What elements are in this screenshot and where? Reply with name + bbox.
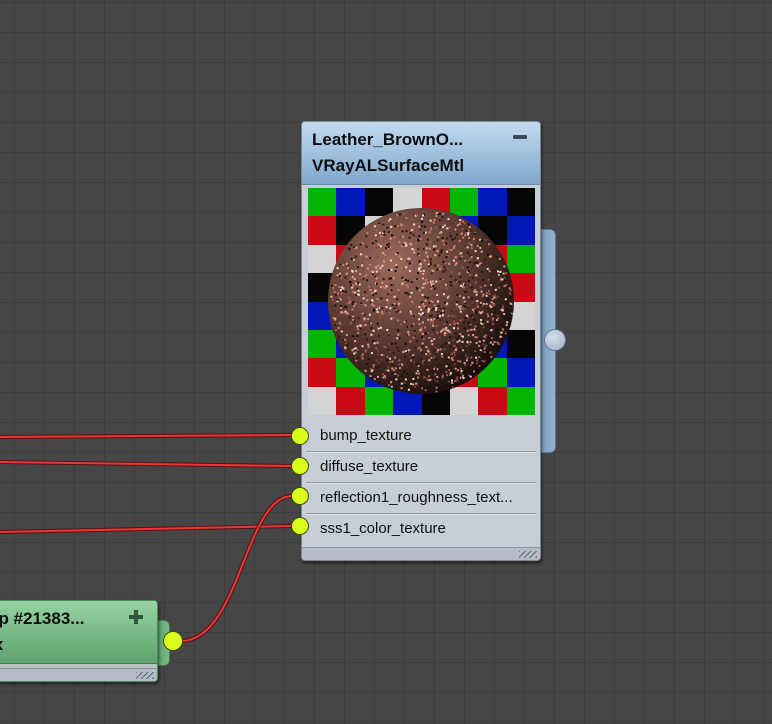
socket-row-sss1-color-texture[interactable]: sss1_color_texture: [306, 515, 536, 544]
collapse-minus-icon[interactable]: [513, 135, 527, 139]
socket-label: diffuse_texture: [320, 458, 419, 475]
socket-label: bump_texture: [320, 427, 412, 444]
map-node-footer: [0, 668, 157, 681]
resize-grip-icon[interactable]: [519, 551, 537, 558]
map-output-socket[interactable]: [163, 631, 183, 651]
material-node-footer: [302, 547, 540, 560]
socket-row-diffuse-texture[interactable]: diffuse_texture: [306, 453, 536, 483]
material-node-header[interactable]: Leather_BrownO... VRayALSurfaceMtl: [302, 122, 540, 185]
material-output-socket[interactable]: [544, 329, 566, 351]
socket-row-reflection1-roughness-texture[interactable]: reflection1_roughness_text...: [306, 484, 536, 514]
wire-roughness: [180, 494, 293, 643]
map-node-title: ap #21383...: [0, 609, 85, 628]
material-node-title: Leather_BrownO...: [312, 130, 464, 149]
map-node-subtitle: ix: [0, 635, 119, 655]
socket-row-bump-texture[interactable]: bump_texture: [306, 422, 536, 452]
resize-grip-icon[interactable]: [136, 672, 154, 679]
input-socket-bump[interactable]: [291, 427, 309, 445]
material-preview-swatch: [308, 188, 535, 415]
input-socket-list: bump_texture diffuse_texture reflection1…: [302, 422, 540, 545]
input-socket-sss[interactable]: [291, 517, 309, 535]
expand-plus-icon[interactable]: [129, 610, 143, 624]
input-socket-diffuse[interactable]: [291, 457, 309, 475]
map-node[interactable]: ap #21383... ix: [0, 600, 158, 682]
wire-roughness-core: [180, 495, 293, 642]
map-node-header[interactable]: ap #21383... ix: [0, 601, 157, 664]
material-node-type: VRayALSurfaceMtl: [312, 156, 465, 175]
wire-sss-core: [0, 525, 293, 533]
material-node[interactable]: Leather_BrownO... VRayALSurfaceMtl bump_…: [301, 121, 541, 561]
socket-label: reflection1_roughness_text...: [320, 489, 513, 506]
input-socket-roughness[interactable]: [291, 487, 309, 505]
material-sphere: [328, 208, 514, 394]
socket-label: sss1_color_texture: [320, 520, 446, 537]
